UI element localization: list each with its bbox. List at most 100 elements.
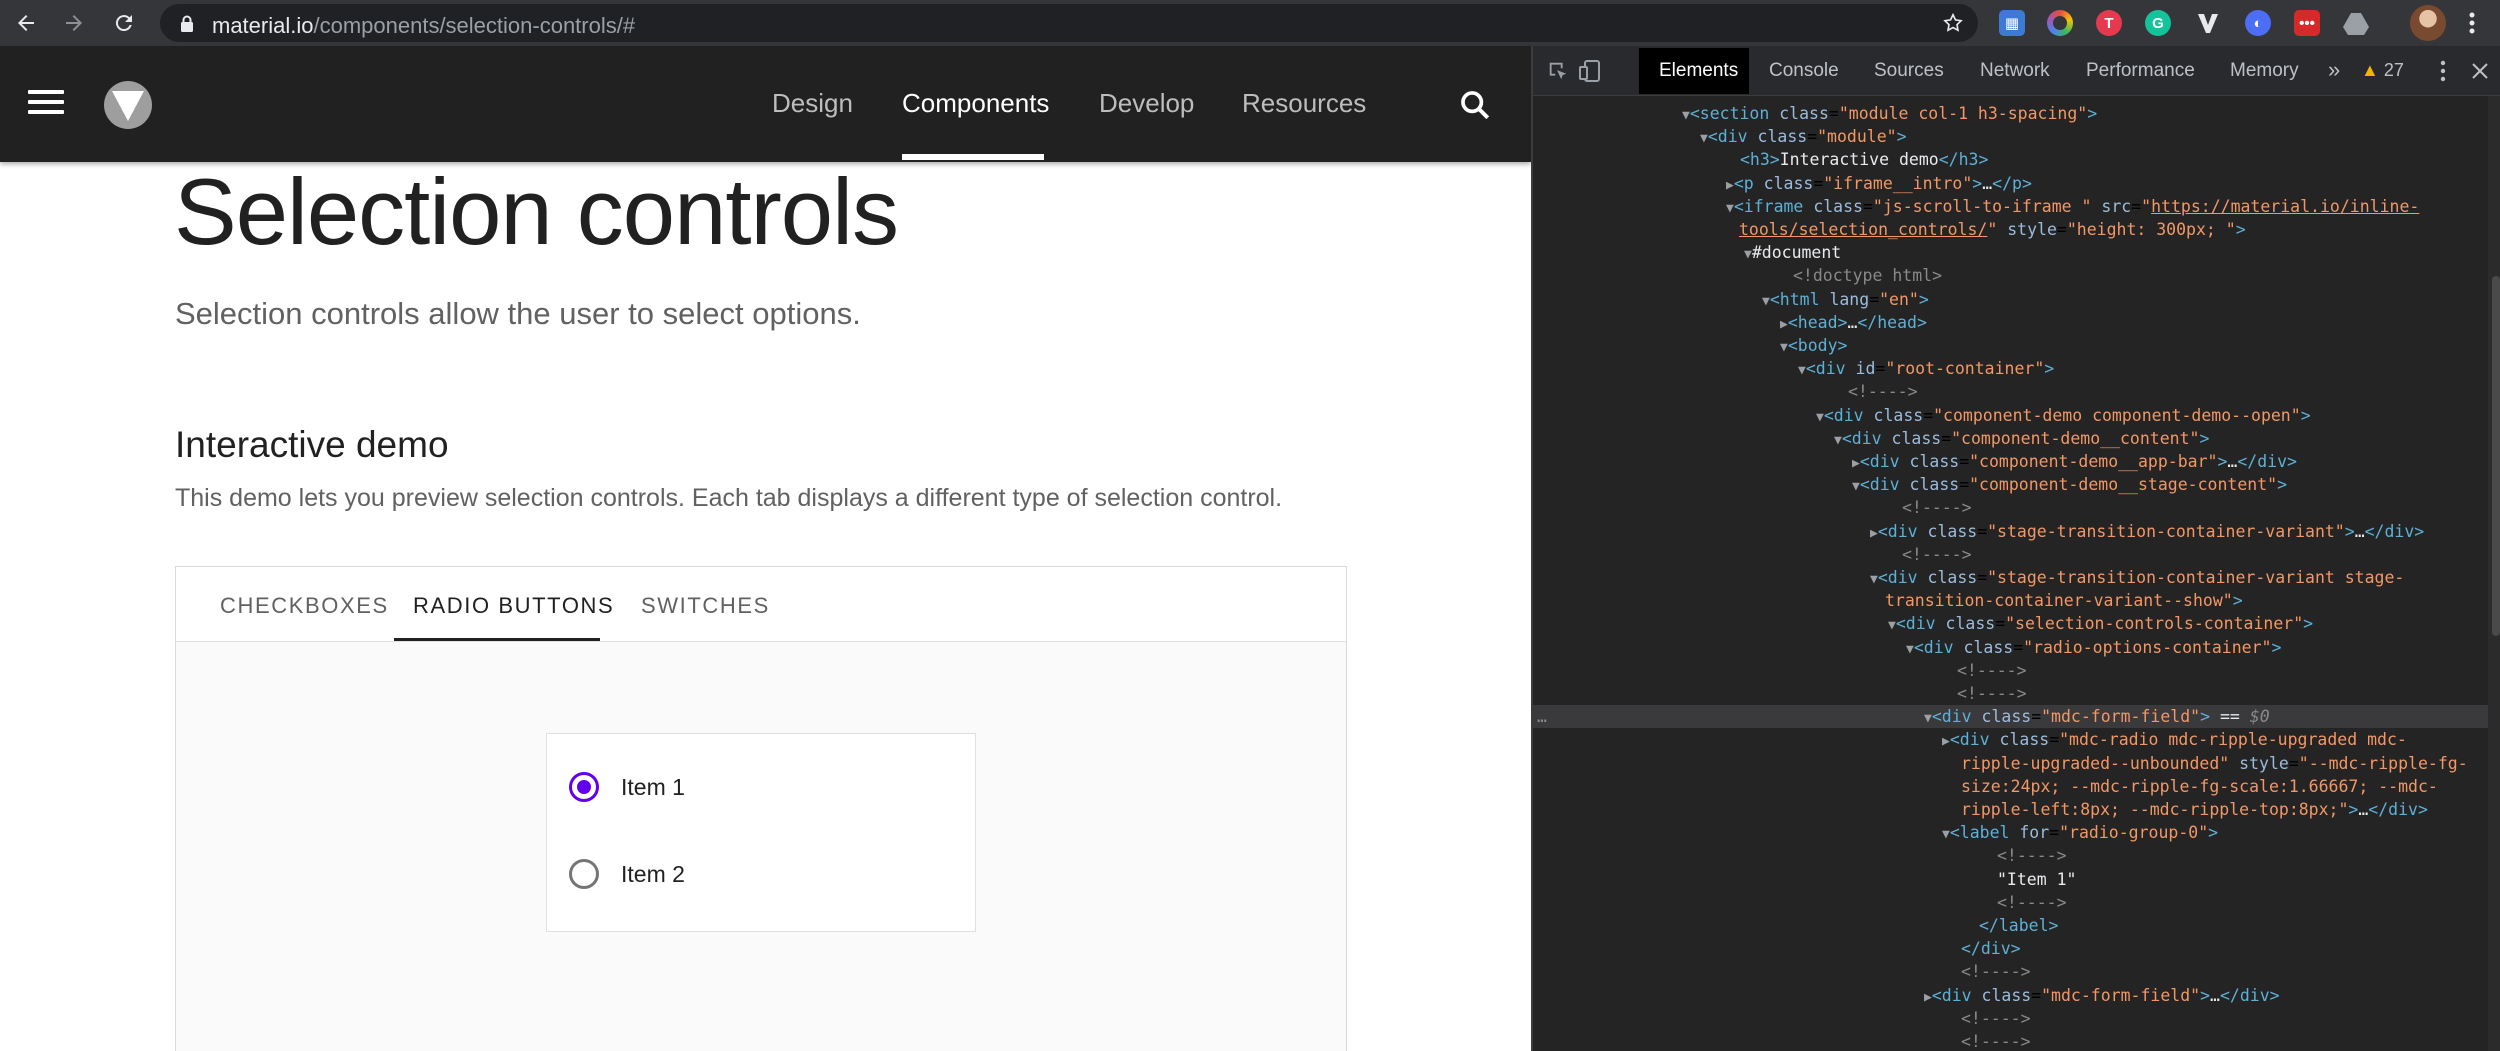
devtools-panel: Elements Console Sources Network Perform… [1531,46,2500,1051]
forward-button[interactable] [58,7,90,39]
chrome-ext-icon[interactable]: ◐ [2245,10,2271,36]
dom-node-line[interactable]: <!----> [1957,659,2027,682]
dom-node-line[interactable]: ripple-upgraded--unbounded" style="--mdc… [1961,752,2468,775]
menu-icon[interactable] [28,90,64,118]
dom-node-line[interactable]: ▼<div id="root-container"> [1798,357,2054,380]
devtools-more-tabs[interactable]: » [2328,57,2340,83]
dom-node-line[interactable]: ▼<html lang="en"> [1762,288,1929,311]
radio-label[interactable]: Item 2 [621,861,685,888]
dom-node-line[interactable]: <!----> [1957,682,2027,705]
devtools-menu-icon[interactable] [2439,60,2447,82]
dom-node-line[interactable]: <h3>Interactive demo</h3> [1740,148,1988,171]
devtools-scrollbar-thumb[interactable] [2492,276,2500,636]
dom-node-line[interactable]: ▼<div class="module"> [1700,125,1907,148]
dom-node-line[interactable]: <!----> [1902,543,1972,566]
bookmark-star-icon[interactable] [1942,12,1964,34]
radio-button-unchecked[interactable] [569,859,599,889]
dom-node-line[interactable]: <!----> [1997,891,2067,914]
devtools-tab-elements[interactable]: Elements [1659,60,1738,82]
nav-resources[interactable]: Resources [1242,88,1366,119]
dom-node-line[interactable]: transition-container-variant--show"> [1885,589,2243,612]
radio-options-container: Item 1 Item 2 [546,733,976,932]
dom-node-line[interactable]: <!----> [1961,1030,2031,1051]
radio-option-item-1[interactable]: Item 1 [569,769,685,805]
dom-node-line[interactable]: ▶<p class="iframe__intro">…</p> [1726,172,2032,195]
section-title: Interactive demo [175,424,449,465]
search-icon[interactable] [1458,88,1492,122]
devtools-toolbar: Elements Console Sources Network Perform… [1533,46,2500,96]
dom-node-line[interactable]: ▶<div class="stage-transition-container-… [1870,520,2424,543]
dom-node-line[interactable]: <!----> [1961,1007,2031,1030]
more-vert-icon[interactable] [2468,11,2476,35]
dom-node-line[interactable]: ▼#document [1744,241,1841,264]
dom-node-line[interactable]: ▼<div class="selection-controls-containe… [1888,612,2313,635]
dom-node-line[interactable]: ▶<div class="mdc-form-field">…</div> [1924,984,2280,1007]
nav-components[interactable]: Components [902,88,1049,119]
section-intro: This demo lets you preview selection con… [175,484,1283,512]
page-subtitle: Selection controls allow the user to sel… [175,296,861,331]
radio-button-checked[interactable] [569,772,599,802]
demo-tab-bar: CHECKBOXES RADIO BUTTONS SWITCHES [176,567,1346,642]
tab-checkboxes[interactable]: CHECKBOXES [220,593,389,619]
dom-node-line[interactable]: ▼<iframe class="js-scroll-to-iframe " sr… [1726,195,2419,218]
page-title: Selection controls [174,159,899,264]
address-bar[interactable]: material.io/components/selection-control… [160,4,1978,42]
drive-ext-icon[interactable] [2343,10,2369,36]
dom-node-line[interactable]: </label> [1979,914,2058,937]
reload-icon [115,15,132,32]
close-devtools-icon[interactable] [2471,62,2489,80]
warning-icon: ▲ [2361,60,2379,80]
dom-node-line[interactable]: </div> [1961,937,2021,960]
profile-avatar[interactable] [2410,5,2446,41]
dom-node-line[interactable]: "Item 1" [1997,868,2076,891]
dom-node-line[interactable]: … ▼<div class="mdc-form-field"> == $0 [1533,705,2488,729]
dom-node-line[interactable]: ripple-left:8px; --mdc-ripple-top:8px;">… [1961,798,2428,821]
dom-tree[interactable]: ▼<section class="module col-1 h3-spacing… [1533,96,2488,1051]
dom-node-line[interactable]: ▼<body> [1780,334,1847,357]
dom-node-line[interactable]: ▼<section class="module col-1 h3-spacing… [1682,102,2097,125]
webpage: Design Components Develop Resources Sele… [0,46,1531,1051]
tab-radio-buttons[interactable]: RADIO BUTTONS [413,593,614,619]
dom-node-line[interactable]: <!----> [1848,380,1918,403]
dom-node-line[interactable]: ▶<div class="mdc-radio mdc-ripple-upgrad… [1942,728,2407,751]
dom-node-line[interactable]: tools/selection_controls/" style="height… [1739,218,2246,241]
inspect-element-icon[interactable] [1547,60,1569,82]
dom-node-line[interactable]: ▼<div class="component-demo__stage-conte… [1852,473,2287,496]
v-ext-icon[interactable] [2195,10,2221,36]
dom-node-line[interactable]: ▼<div class="component-demo component-de… [1816,404,2311,427]
dom-node-line[interactable]: <!----> [1961,960,2031,983]
t-ext-icon[interactable]: T [2096,10,2122,36]
dots-ext-icon[interactable]: ••• [2294,10,2320,36]
devtools-tab-network[interactable]: Network [1980,60,2050,82]
dom-node-line[interactable]: ▶<head>…</head> [1780,311,1927,334]
radio-option-item-2[interactable]: Item 2 [569,856,685,892]
material-logo[interactable] [104,81,152,129]
reload-button[interactable] [108,7,140,39]
color-ring-ext-icon[interactable] [2047,10,2073,36]
devtools-tab-sources[interactable]: Sources [1874,60,1944,82]
warning-count[interactable]: ▲ 27 [2361,60,2404,81]
grammarly-ext-icon[interactable]: G [2145,10,2171,36]
radio-label[interactable]: Item 1 [621,774,685,801]
dom-node-line[interactable]: ▼<div class="component-demo__content"> [1834,427,2209,450]
devtools-tab-performance[interactable]: Performance [2086,60,2195,82]
dom-node-line[interactable]: ▼<div class="radio-options-container"> [1906,636,2281,659]
nav-design[interactable]: Design [772,88,853,119]
arrow-right-icon [66,15,82,31]
nav-develop[interactable]: Develop [1099,88,1194,119]
dom-node-line[interactable]: <!doctype html> [1793,264,1942,287]
device-toolbar-icon[interactable] [1579,59,1601,83]
dom-node-line[interactable]: <!----> [1997,844,2067,867]
dom-node-line[interactable]: ▼<div class="stage-transition-container-… [1870,566,2404,589]
back-button[interactable] [10,7,42,39]
site-header: Design Components Develop Resources [0,46,1531,162]
devtools-tab-console[interactable]: Console [1769,60,1839,82]
arrow-left-icon [18,15,34,31]
devtools-tab-memory[interactable]: Memory [2230,60,2299,82]
dom-node-line[interactable]: size:24px; --mdc-ripple-fg-scale:1.66667… [1961,775,2438,798]
bookmarks-ext-icon[interactable]: ▦ [1999,10,2025,36]
dom-node-line[interactable]: ▶<div class="component-demo__app-bar">…<… [1852,450,2297,473]
tab-switches[interactable]: SWITCHES [641,593,770,619]
dom-node-line[interactable]: ▼<label for="radio-group-0"> [1942,821,2218,844]
dom-node-line[interactable]: <!----> [1902,496,1972,519]
